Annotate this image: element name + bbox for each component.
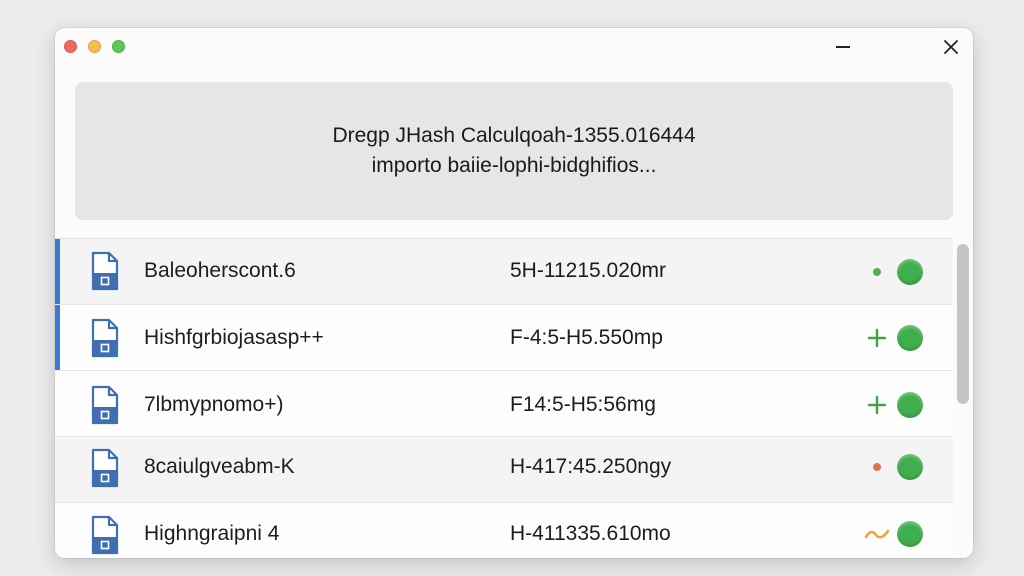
file-list: Baleoherscont.6 5H-11215.020mr Hishfgrbi… xyxy=(55,238,953,558)
hash-calculator-window: Dregp JHash Calculqoah-1355.016444 impor… xyxy=(55,28,973,558)
selection-indicator xyxy=(55,305,60,370)
hash-value: F-4:5-H5.550mp xyxy=(510,326,663,349)
list-item[interactable]: 7lbmypnomo+) F14:5-H5:56mg xyxy=(55,371,953,437)
document-icon xyxy=(91,318,119,358)
hash-value: F14:5-H5:56mg xyxy=(510,393,656,416)
status-dot-icon xyxy=(897,392,923,418)
status-dot-icon xyxy=(897,521,923,547)
file-name: Highngraipni 4 xyxy=(144,522,280,545)
status-dot-icon xyxy=(897,259,923,285)
list-item[interactable]: 8caiulgveabm-K H-417:45.250ngy xyxy=(55,437,953,503)
scrollbar-thumb[interactable] xyxy=(957,244,969,404)
document-icon xyxy=(91,251,119,291)
document-icon xyxy=(91,515,119,555)
status-dot-small-icon xyxy=(863,453,891,481)
minimize-traffic-light[interactable] xyxy=(88,40,101,53)
hash-value: 5H-11215.020mr xyxy=(510,259,667,282)
plus-icon xyxy=(863,324,891,352)
plus-icon xyxy=(863,391,891,419)
document-icon xyxy=(91,385,119,425)
minimize-button[interactable] xyxy=(829,36,857,58)
banner-subtitle: importo baiie-lophi-bidghifios... xyxy=(371,154,657,177)
title-bar xyxy=(55,28,973,68)
status-dot-icon xyxy=(897,325,923,351)
list-item[interactable]: Highngraipni 4 H-411335.610mo xyxy=(55,503,953,558)
header-banner: Dregp JHash Calculqoah-1355.016444 impor… xyxy=(75,82,953,220)
file-name: Baleoherscont.6 xyxy=(144,259,296,282)
status-dot-small-icon xyxy=(863,258,891,286)
file-name: 8caiulgveabm-K xyxy=(144,455,295,478)
wave-icon xyxy=(863,520,891,548)
hash-value: H-417:45.250ngy xyxy=(510,455,672,478)
minimize-icon xyxy=(836,46,850,48)
zoom-traffic-light[interactable] xyxy=(112,40,125,53)
banner-title: Dregp JHash Calculqoah-1355.016444 xyxy=(332,124,696,147)
selection-indicator xyxy=(55,239,60,304)
close-traffic-light[interactable] xyxy=(64,40,77,53)
status-dot-icon xyxy=(897,454,923,480)
file-name: Hishfgrbiojasasp++ xyxy=(144,326,324,349)
hash-value: H-411335.610mo xyxy=(510,522,671,545)
close-icon xyxy=(944,40,958,54)
list-item[interactable]: Hishfgrbiojasasp++ F-4:5-H5.550mp xyxy=(55,305,953,371)
list-item[interactable]: Baleoherscont.6 5H-11215.020mr xyxy=(55,239,953,305)
document-icon xyxy=(91,448,119,488)
close-button[interactable] xyxy=(937,36,965,58)
file-name: 7lbmypnomo+) xyxy=(144,393,284,416)
